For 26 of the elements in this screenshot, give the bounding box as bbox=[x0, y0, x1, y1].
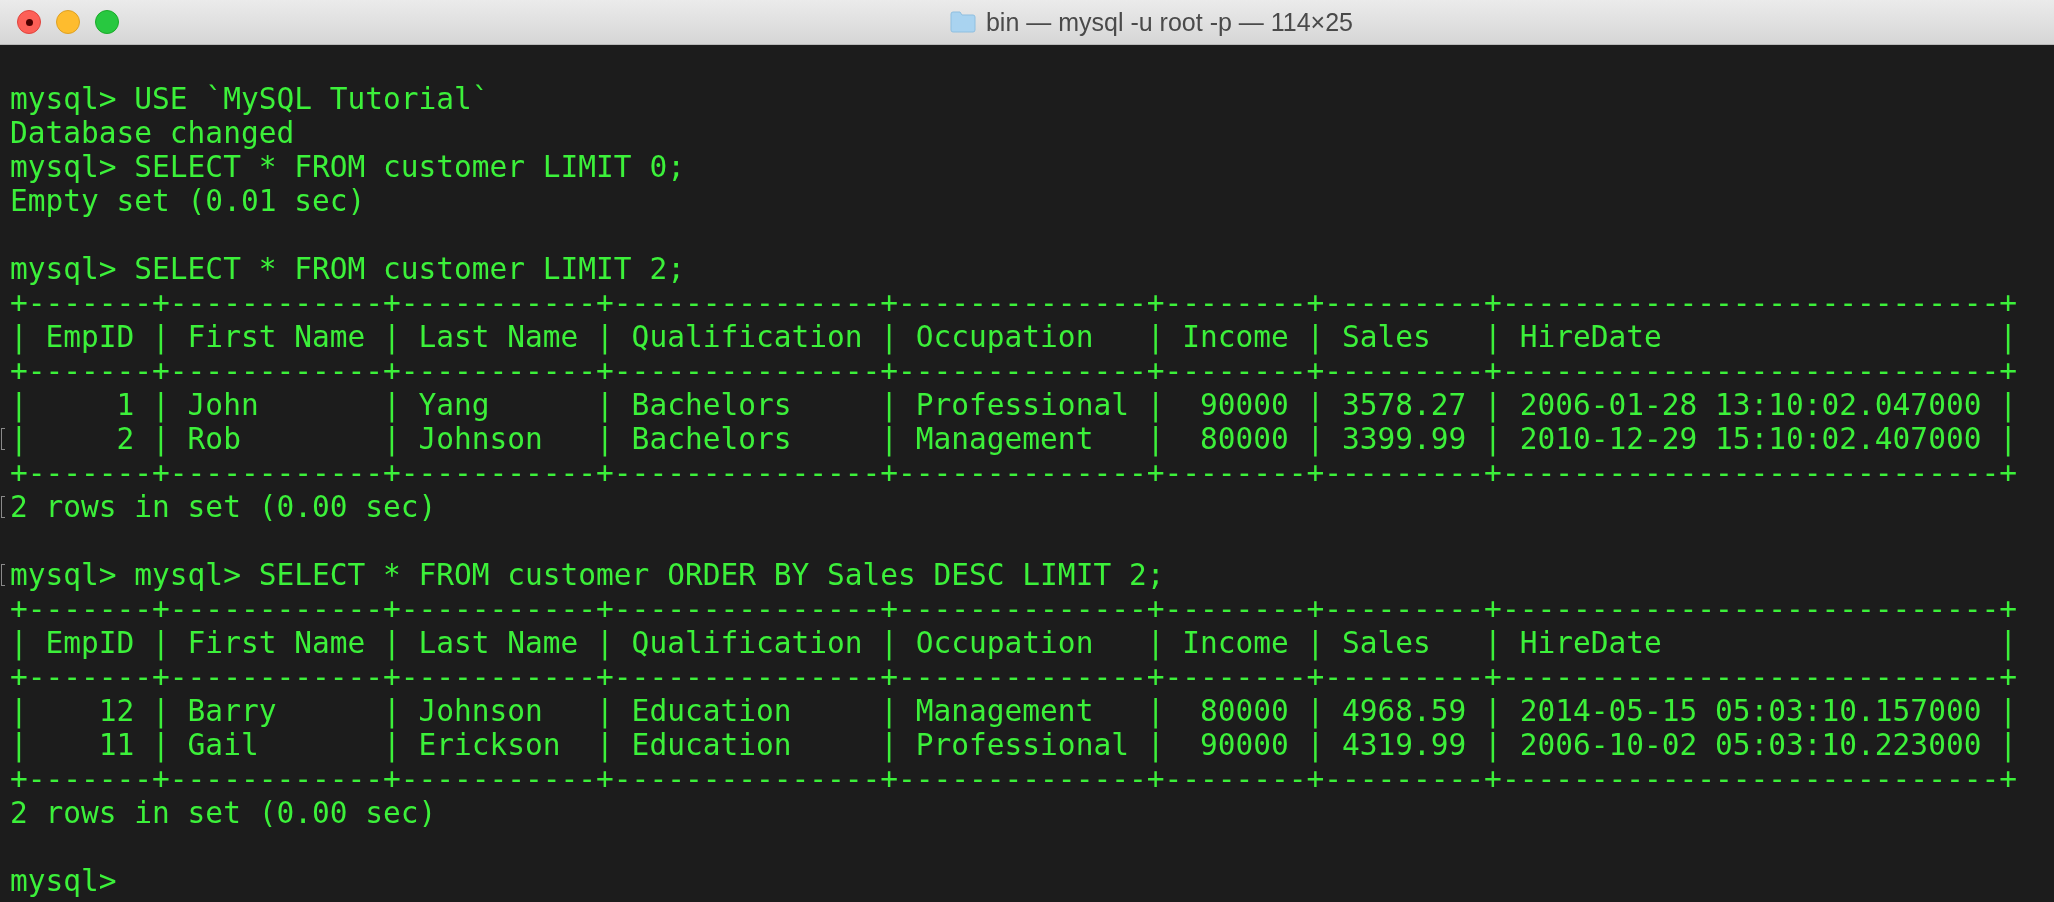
table-line: +-------+------------+-----------+---------------+--------------+--------+---------+----------------------------+ bbox=[10, 286, 2017, 320]
output-line: Empty set (0.01 sec) bbox=[10, 184, 366, 218]
prompt-line: mysql> bbox=[10, 864, 117, 898]
table-line: +-------+------------+-----------+---------------+--------------+--------+---------+----------------------------+ bbox=[10, 762, 2017, 796]
prompt-line: mysql> USE `MySQL Tutorial` bbox=[10, 82, 490, 116]
table-line: | 11 | Gail | Erickson | Education | Professional | 90000 | 4319.99 | 2006-10-02 05:03:10.223000 | bbox=[10, 728, 2017, 762]
table-line: +-------+------------+-----------+---------------+--------------+--------+---------+----------------------------+ bbox=[10, 592, 2017, 626]
prompt-line: mysql> mysql> SELECT * FROM customer ORDER BY Sales DESC LIMIT 2; bbox=[10, 558, 1165, 592]
table-line: | 1 | John | Yang | Bachelors | Professional | 90000 | 3578.27 | 2006-01-28 13:10:02.047000 | bbox=[10, 388, 2017, 422]
prompt-line: mysql> SELECT * FROM customer LIMIT 0; bbox=[10, 150, 685, 184]
zoom-button[interactable] bbox=[95, 10, 119, 34]
prompt-line: mysql> SELECT * FROM customer LIMIT 2; bbox=[10, 252, 685, 286]
table-line: +-------+------------+-----------+---------------+--------------+--------+---------+----------------------------+ bbox=[10, 354, 2017, 388]
output-line: Database changed bbox=[10, 116, 295, 150]
table-line: | EmpID | First Name | Last Name | Qualification | Occupation | Income | Sales | HireDate | bbox=[10, 626, 2017, 660]
table-line: +-------+------------+-----------+---------------+--------------+--------+---------+----------------------------+ bbox=[10, 660, 2017, 694]
window-title: bin — mysql -u root -p — 114×25 bbox=[985, 7, 1354, 37]
table-line: | EmpID | First Name | Last Name | Qualification | Occupation | Income | Sales | HireDate | bbox=[10, 320, 2017, 354]
table-line: | 12 | Barry | Johnson | Education | Management | 80000 | 4968.59 | 2014-05-15 05:03:10.157000 | bbox=[10, 694, 2017, 728]
minimize-button[interactable] bbox=[56, 10, 80, 34]
folder-icon bbox=[949, 11, 976, 33]
output-line: 2 rows in set (0.00 sec) bbox=[10, 490, 437, 524]
close-button[interactable] bbox=[17, 10, 41, 34]
table-line: +-------+------------+-----------+---------------+--------------+--------+---------+----------------------------+ bbox=[10, 456, 2017, 490]
table-line: | 2 | Rob | Johnson | Bachelors | Management | 80000 | 3399.99 | 2010-12-29 15:10:02.407000 | bbox=[10, 422, 2017, 456]
output-line: 2 rows in set (0.00 sec) bbox=[10, 796, 437, 830]
